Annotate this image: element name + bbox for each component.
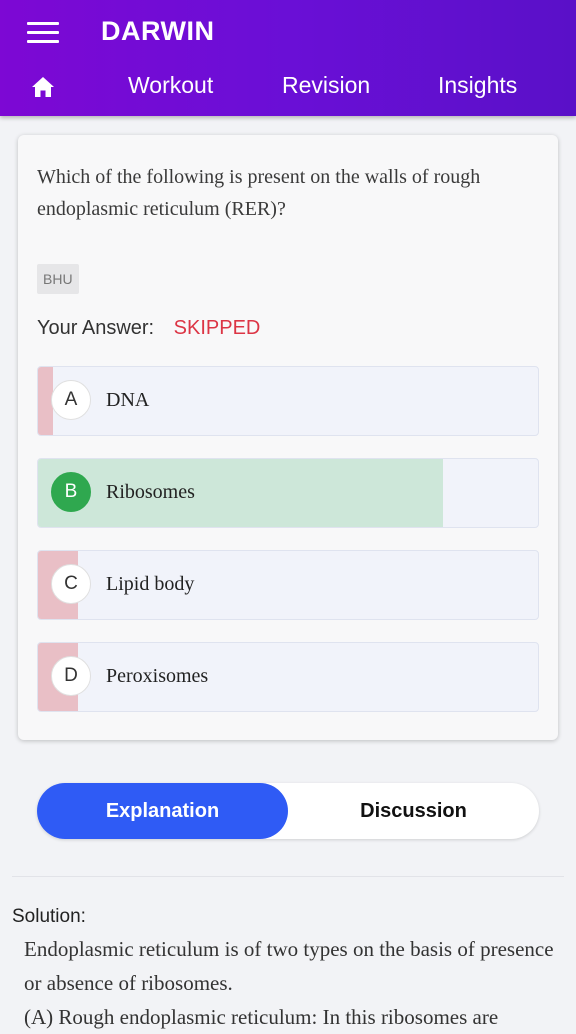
option-b-letter: B [51,472,91,512]
option-a-text: DNA [106,389,150,411]
exam-tag: BHU [37,264,79,294]
your-answer-label: Your Answer: [37,317,155,339]
option-a-letter: A [51,380,91,420]
tab-discussion[interactable]: Discussion [288,783,539,839]
option-d-text: Peroxisomes [106,665,209,687]
nav-insights[interactable]: Insights [438,72,517,99]
divider [12,876,564,877]
option-b-bar [38,459,443,527]
solution-body: Endoplasmic reticulum is of two types on… [24,932,564,1034]
solution-line-1: Endoplasmic reticulum is of two types on… [24,937,554,995]
option-d[interactable]: D Peroxisomes [37,642,539,712]
option-c-letter: C [51,564,91,604]
option-c-text: Lipid body [106,573,195,595]
solution-title: Solution: [12,906,86,927]
tab-explanation[interactable]: Explanation [37,783,288,839]
option-d-letter: D [51,656,91,696]
option-b-text: Ribosomes [106,481,195,503]
app-header: DARWIN Workout Revision Insights [0,0,576,116]
option-b[interactable]: B Ribosomes [37,458,539,528]
explanation-discussion-tabs: Explanation Discussion [37,783,539,839]
question-card: Which of the following is present on the… [18,135,558,740]
solution-line-2: (A) Rough endoplasmic reticulum: In this… [24,1005,499,1029]
answer-status: SKIPPED [173,317,261,339]
option-c[interactable]: C Lipid body [37,550,539,620]
nav-revision[interactable]: Revision [282,72,370,99]
option-a[interactable]: A DNA [37,366,539,436]
question-text: Which of the following is present on the… [37,166,481,220]
your-answer-row: Your Answer: SKIPPED [37,317,260,340]
app-title: DARWIN [101,16,215,46]
nav-workout[interactable]: Workout [128,72,213,99]
home-icon[interactable] [31,76,55,98]
hamburger-icon[interactable] [27,22,59,44]
